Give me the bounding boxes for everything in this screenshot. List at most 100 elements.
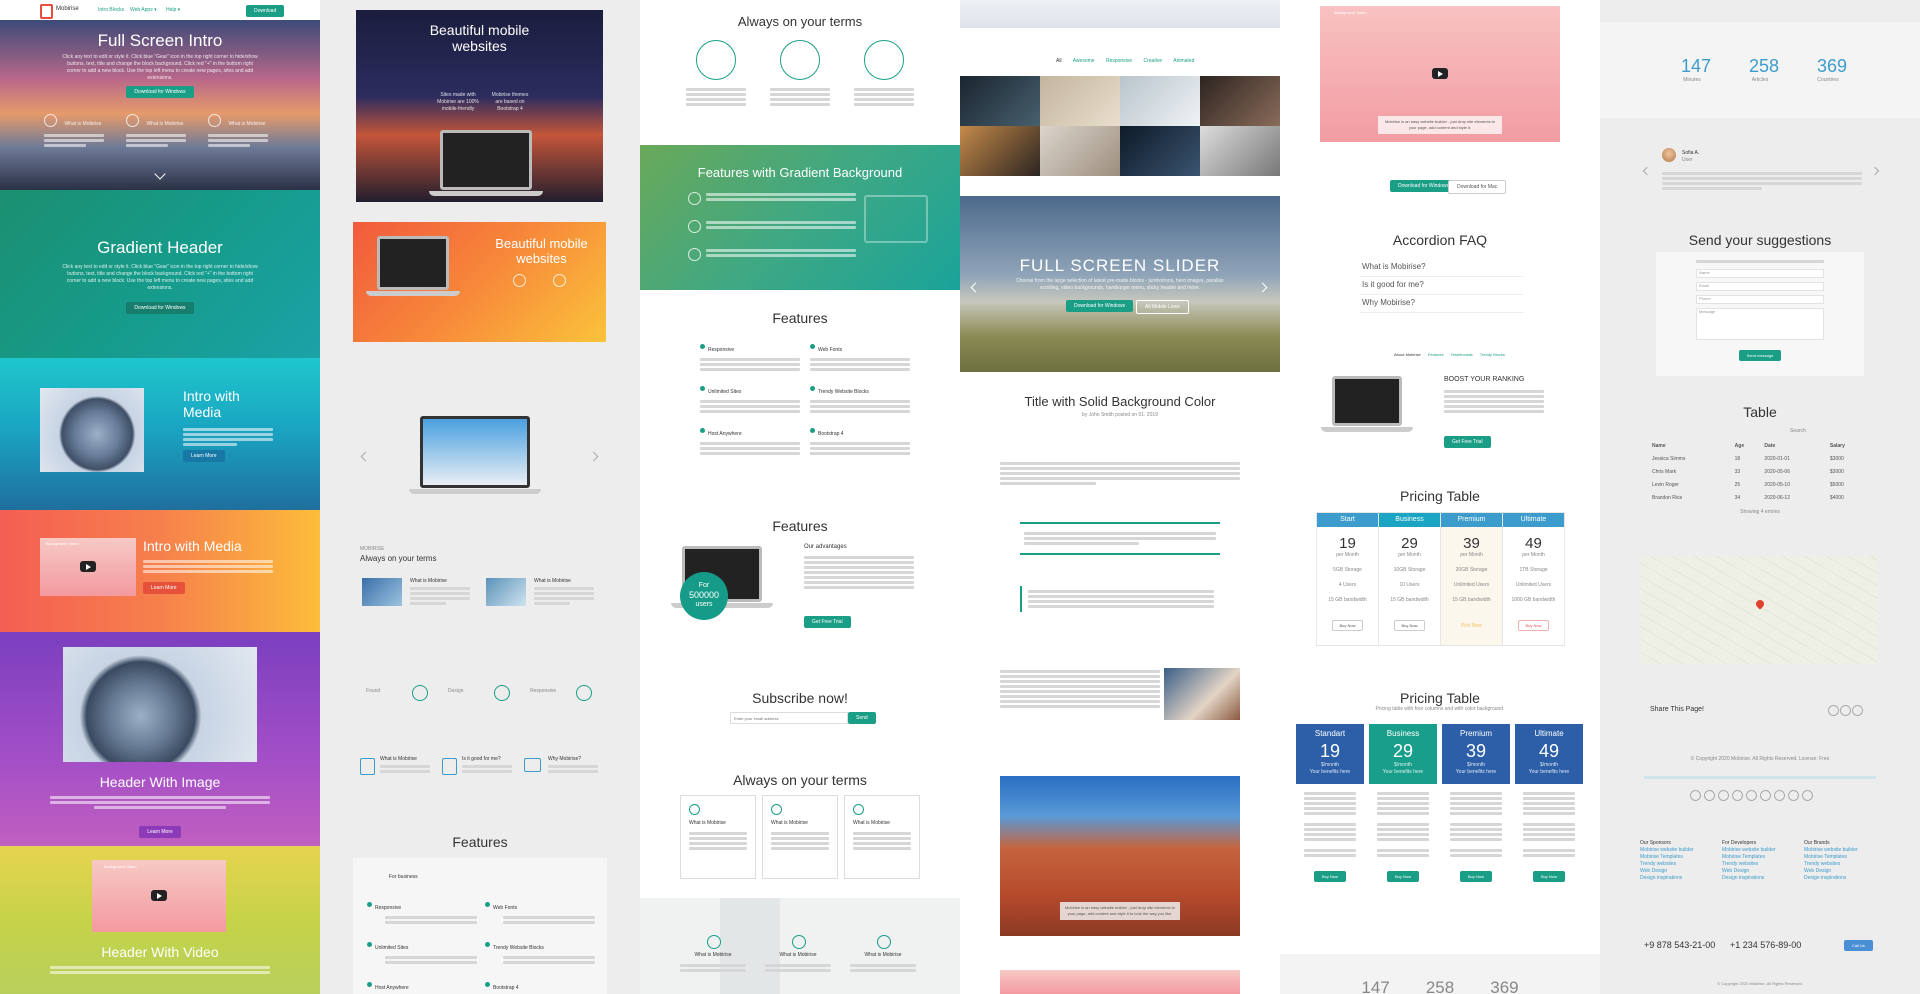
logo-icon[interactable] — [40, 4, 53, 19]
social-icon[interactable] — [1704, 790, 1715, 801]
nav-item-intro[interactable]: Intro Blocks — [98, 7, 124, 13]
pick-now-link[interactable]: Pick Now — [1461, 623, 1482, 629]
free-trial-button[interactable]: Get Free Trial — [804, 616, 851, 628]
footer-link[interactable]: Trendy websites — [1804, 861, 1874, 868]
buy-now-button[interactable]: Buy Now — [1313, 871, 1346, 882]
table-header[interactable]: Name — [1650, 440, 1733, 453]
scroll-down-icon[interactable] — [154, 168, 166, 180]
header-image-button[interactable]: Learn More — [139, 826, 181, 838]
tab[interactable]: Features — [1428, 352, 1444, 357]
buy-now-button[interactable]: Buy Now — [1386, 871, 1419, 882]
gallery-image[interactable] — [1200, 126, 1280, 176]
gallery-tab[interactable]: All — [1056, 58, 1062, 64]
buy-now-button[interactable]: Buy Now — [1459, 871, 1492, 882]
social-icon[interactable] — [1690, 790, 1701, 801]
gradient-download-button[interactable]: Download for Windows — [126, 302, 194, 314]
gallery-image[interactable] — [1120, 76, 1200, 126]
message-field[interactable]: Message — [1696, 308, 1824, 340]
map-pin-icon[interactable] — [1754, 598, 1766, 610]
next-arrow-icon[interactable] — [1870, 166, 1880, 176]
footer-link[interactable]: Web Design — [1722, 868, 1792, 875]
footer-link[interactable]: Mobirise Templates — [1722, 854, 1792, 861]
footer-link[interactable]: Web Design — [1804, 868, 1874, 875]
gallery-image[interactable] — [960, 76, 1040, 126]
play-icon[interactable] — [151, 890, 167, 901]
tab[interactable]: About Mobirise — [1394, 352, 1421, 357]
plan-feature: 10GB Storage — [1393, 567, 1426, 573]
send-message-button[interactable]: Send message — [1738, 350, 1782, 361]
gallery-tab[interactable]: Awesome — [1073, 58, 1095, 64]
social-icon[interactable] — [1732, 790, 1743, 801]
facebook-icon[interactable] — [1828, 705, 1839, 716]
plan-price: 19 — [1339, 535, 1356, 552]
prev-arrow-icon[interactable] — [360, 451, 371, 462]
tab[interactable]: Testimonials — [1451, 352, 1473, 357]
logo-text[interactable]: Mobirise — [56, 6, 79, 12]
download-mac-button[interactable]: Download for Mac — [1448, 180, 1507, 194]
intro-download-button[interactable]: Download for Windows — [126, 86, 194, 98]
buy-now-button[interactable]: Buy Now — [1332, 620, 1363, 631]
mobile-websites-2: Beautiful mobile websites — [353, 222, 606, 342]
buy-now-button[interactable]: Buy Now — [1518, 620, 1549, 631]
play-icon[interactable] — [80, 561, 96, 572]
touch-icon — [696, 40, 736, 80]
linkedin-icon[interactable] — [1852, 705, 1863, 716]
boost-button[interactable]: Get Free Trial — [1444, 436, 1491, 448]
nav-item-webapps[interactable]: Web Apps ▾ — [130, 7, 157, 13]
gallery-tab[interactable]: Animated — [1173, 58, 1194, 64]
gallery-image[interactable] — [1200, 76, 1280, 126]
tab[interactable]: Trendy Blocks — [1480, 352, 1505, 357]
social-icon[interactable] — [1788, 790, 1799, 801]
gallery-image[interactable] — [960, 126, 1040, 176]
buy-now-button[interactable]: Buy Now — [1532, 871, 1565, 882]
name-field[interactable]: Name — [1696, 269, 1824, 278]
gallery-image[interactable] — [1120, 126, 1200, 176]
phone-field[interactable]: Phone — [1696, 295, 1824, 304]
social-icon[interactable] — [1718, 790, 1729, 801]
footer-link[interactable]: Mobirise Templates — [1804, 854, 1874, 861]
buy-now-button[interactable]: Buy Now — [1394, 620, 1425, 631]
footer-link[interactable]: Web Design — [1640, 868, 1710, 875]
nav-item-help[interactable]: Help ▾ — [166, 7, 180, 13]
footer-link[interactable]: Design inspirations — [1722, 875, 1792, 882]
gallery-image[interactable] — [1040, 126, 1120, 176]
email-input[interactable] — [730, 712, 848, 724]
social-icon[interactable] — [1760, 790, 1771, 801]
prev-arrow-icon[interactable] — [1642, 166, 1652, 176]
send-button[interactable]: Send — [848, 712, 876, 724]
footer-link[interactable]: Trendy websites — [1722, 861, 1792, 868]
gallery-tab[interactable]: Creative — [1143, 58, 1162, 64]
intro-media-1-button[interactable]: Learn More — [183, 450, 225, 462]
twitter-icon[interactable] — [1840, 705, 1851, 716]
footer-link[interactable]: Mobirise website builder — [1640, 847, 1710, 854]
table-header[interactable]: Age — [1732, 440, 1763, 453]
footer-link[interactable]: Design inspirations — [1640, 875, 1710, 882]
footer-link[interactable]: Design inspirations — [1804, 875, 1874, 882]
download-button[interactable]: Download — [246, 5, 285, 17]
video-thumbnail[interactable]: Background Video — [92, 860, 226, 932]
slider-secondary-button[interactable]: All Mobile Lives — [1136, 300, 1189, 314]
footer-link[interactable]: Mobirise Templates — [1640, 854, 1710, 861]
gallery-image[interactable] — [1040, 76, 1120, 126]
social-icon[interactable] — [1802, 790, 1813, 801]
email-field[interactable]: Email — [1696, 282, 1824, 291]
intro-media-2-button[interactable]: Learn More — [143, 582, 185, 594]
faq-item[interactable]: Why Mobirise? — [1360, 290, 1524, 313]
video-thumbnail[interactable]: Background Video — [40, 538, 136, 596]
pink-video[interactable]: Background Video Mobirise is an easy web… — [1320, 6, 1560, 142]
table-header[interactable]: Salary — [1827, 440, 1870, 453]
gallery-tab[interactable]: Responsive — [1106, 58, 1132, 64]
next-arrow-icon[interactable] — [588, 451, 599, 462]
prev-arrow-icon[interactable] — [970, 282, 981, 293]
call-us-button[interactable]: Call Us — [1844, 940, 1873, 951]
play-icon[interactable] — [1432, 68, 1448, 79]
footer-link[interactable]: Trendy websites — [1640, 861, 1710, 868]
slider-download-button[interactable]: Download for Windows — [1066, 300, 1134, 312]
footer-link[interactable]: Mobirise website builder — [1722, 847, 1792, 854]
map[interactable] — [1640, 556, 1878, 664]
next-arrow-icon[interactable] — [1257, 282, 1268, 293]
footer-link[interactable]: Mobirise website builder — [1804, 847, 1874, 854]
social-icon[interactable] — [1746, 790, 1757, 801]
social-icon[interactable] — [1774, 790, 1785, 801]
table-header[interactable]: Date — [1762, 440, 1828, 453]
